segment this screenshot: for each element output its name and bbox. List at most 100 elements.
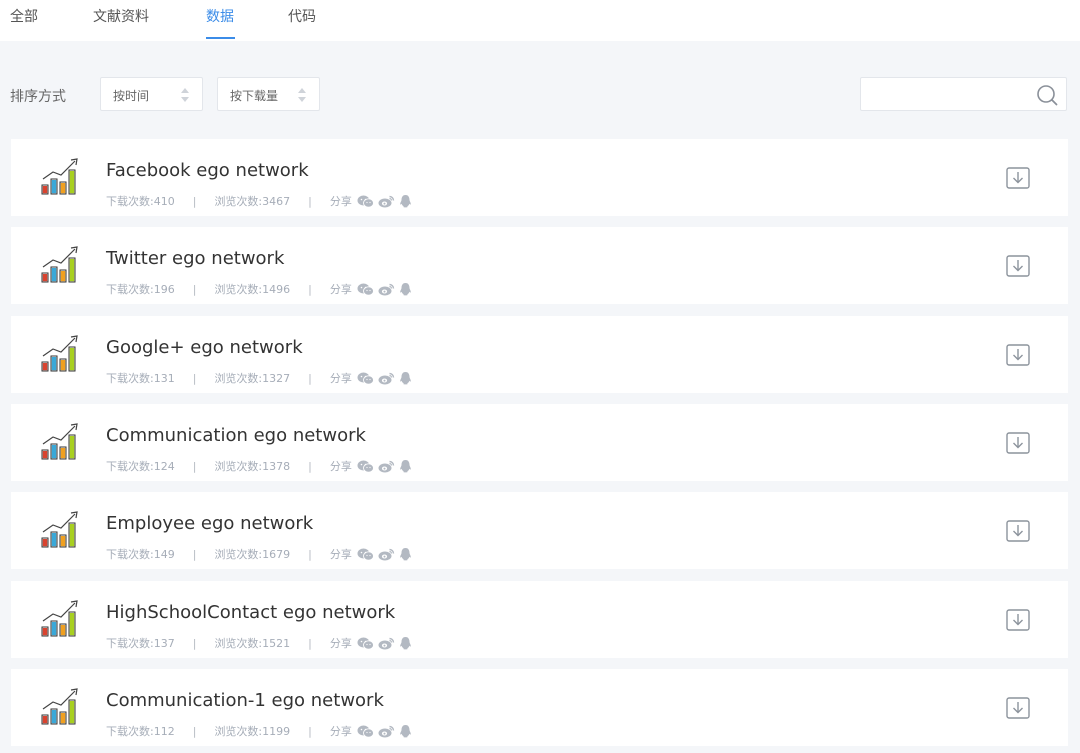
share-icons: [357, 194, 412, 208]
share-label: 分享: [329, 372, 352, 385]
weibo-icon[interactable]: [378, 548, 395, 561]
dataset-card[interactable]: Twitter ego network 下载次数: 196 | 浏览次数: 1496…: [11, 227, 1068, 304]
dataset-title[interactable]: Communication-1 ego network: [106, 690, 384, 711]
download-icon[interactable]: [1006, 255, 1030, 277]
download-icon[interactable]: [1006, 432, 1030, 454]
views-count: 1679: [262, 547, 291, 561]
views-count: 1378: [262, 459, 291, 473]
qq-icon[interactable]: [399, 459, 412, 473]
wechat-icon[interactable]: [357, 637, 374, 650]
downloads-count: 124: [153, 459, 175, 473]
downloads-count: 196: [153, 282, 175, 296]
dataset-title[interactable]: Facebook ego network: [106, 160, 309, 181]
qq-icon[interactable]: [399, 636, 412, 650]
bar-chart-trend-icon: [41, 600, 78, 637]
dataset-card[interactable]: HighSchoolContact ego network 下载次数: 137 |…: [11, 581, 1068, 658]
dataset-title[interactable]: Google+ ego network: [106, 337, 303, 358]
sort-by-downloads-label: 按下载量: [230, 89, 279, 103]
weibo-icon[interactable]: [378, 460, 395, 473]
views-count: 1521: [262, 636, 291, 650]
downloads-label: 下载次数:: [106, 283, 154, 296]
share-label: 分享: [329, 725, 352, 738]
dataset-title[interactable]: Twitter ego network: [106, 248, 284, 269]
downloads-label: 下载次数:: [106, 195, 154, 208]
share-icons: [357, 459, 412, 473]
qq-icon[interactable]: [399, 282, 412, 296]
wechat-icon[interactable]: [357, 195, 374, 208]
download-icon[interactable]: [1006, 520, 1030, 542]
views-label: 浏览次数:: [214, 372, 263, 385]
qq-icon[interactable]: [399, 371, 412, 385]
dataset-meta: 下载次数: 410 | 浏览次数: 3467 | 分享: [106, 193, 412, 209]
dataset-title[interactable]: HighSchoolContact ego network: [106, 602, 395, 623]
bar-chart-trend-icon: [41, 158, 78, 195]
wechat-icon[interactable]: [357, 372, 374, 385]
dataset-card[interactable]: Communication-1 ego network 下载次数: 112 | 浏…: [11, 669, 1068, 746]
meta-separator: |: [192, 371, 197, 385]
share-icons: [357, 724, 412, 738]
dataset-meta: 下载次数: 112 | 浏览次数: 1199 | 分享: [106, 723, 412, 739]
active-tab-indicator: [206, 37, 235, 39]
dataset-title[interactable]: Employee ego network: [106, 513, 313, 534]
downloads-label: 下载次数:: [106, 725, 154, 738]
share-label: 分享: [329, 637, 352, 650]
views-count: 3467: [262, 194, 291, 208]
qq-icon[interactable]: [399, 547, 412, 561]
weibo-icon[interactable]: [378, 372, 395, 385]
views-label: 浏览次数:: [214, 637, 263, 650]
bar-chart-trend-icon: [41, 335, 78, 372]
weibo-icon[interactable]: [378, 195, 395, 208]
meta-separator: |: [192, 724, 197, 738]
meta-separator: |: [192, 636, 197, 650]
dataset-meta: 下载次数: 149 | 浏览次数: 1679 | 分享: [106, 546, 412, 562]
dataset-card[interactable]: Communication ego network 下载次数: 124 | 浏览次…: [11, 404, 1068, 481]
share-icons: [357, 282, 412, 296]
download-icon[interactable]: [1006, 697, 1030, 719]
bar-chart-trend-icon: [41, 246, 78, 283]
wechat-icon[interactable]: [357, 725, 374, 738]
download-icon[interactable]: [1006, 344, 1030, 366]
dataset-meta: 下载次数: 124 | 浏览次数: 1378 | 分享: [106, 458, 412, 474]
dataset-card[interactable]: Facebook ego network 下载次数: 410 | 浏览次数: 346…: [11, 139, 1068, 216]
dataset-title[interactable]: Communication ego network: [106, 425, 366, 446]
downloads-label: 下载次数:: [106, 372, 154, 385]
qq-icon[interactable]: [399, 724, 412, 738]
tab-data[interactable]: 数据: [206, 6, 234, 26]
sort-label: 排序方式: [10, 89, 66, 105]
dataset-meta: 下载次数: 131 | 浏览次数: 1327 | 分享: [106, 370, 412, 386]
wechat-icon[interactable]: [357, 460, 374, 473]
dataset-meta: 下载次数: 137 | 浏览次数: 1521 | 分享: [106, 635, 412, 651]
search-input[interactable]: [869, 84, 1033, 106]
tab-code[interactable]: 代码: [288, 6, 316, 26]
views-count: 1199: [262, 724, 291, 738]
views-label: 浏览次数:: [214, 283, 263, 296]
meta-separator: |: [192, 282, 197, 296]
weibo-icon[interactable]: [378, 725, 395, 738]
meta-separator: |: [308, 636, 312, 650]
sort-by-time-select[interactable]: 按时间: [100, 77, 203, 111]
share-icons: [357, 547, 412, 561]
tab-all[interactable]: 全部: [10, 6, 38, 26]
sort-by-downloads-select[interactable]: 按下载量: [217, 77, 320, 111]
wechat-icon[interactable]: [357, 283, 374, 296]
share-icons: [357, 636, 412, 650]
views-count: 1327: [262, 371, 291, 385]
dataset-card[interactable]: Employee ego network 下载次数: 149 | 浏览次数: 167…: [11, 492, 1068, 569]
download-icon[interactable]: [1006, 167, 1030, 189]
views-label: 浏览次数:: [214, 195, 263, 208]
tab-literature[interactable]: 文献资料: [93, 6, 149, 26]
download-icon[interactable]: [1006, 609, 1030, 631]
dataset-card[interactable]: Google+ ego network 下载次数: 131 | 浏览次数: 1327…: [11, 316, 1068, 393]
bar-chart-trend-icon: [41, 423, 78, 460]
downloads-label: 下载次数:: [106, 548, 154, 561]
views-count: 1496: [262, 282, 291, 296]
search-icon[interactable]: [1036, 84, 1058, 106]
weibo-icon[interactable]: [378, 637, 395, 650]
wechat-icon[interactable]: [357, 548, 374, 561]
weibo-icon[interactable]: [378, 283, 395, 296]
meta-separator: |: [308, 724, 312, 738]
qq-icon[interactable]: [399, 194, 412, 208]
meta-separator: |: [308, 459, 312, 473]
views-label: 浏览次数:: [214, 460, 263, 473]
downloads-count: 131: [153, 371, 175, 385]
